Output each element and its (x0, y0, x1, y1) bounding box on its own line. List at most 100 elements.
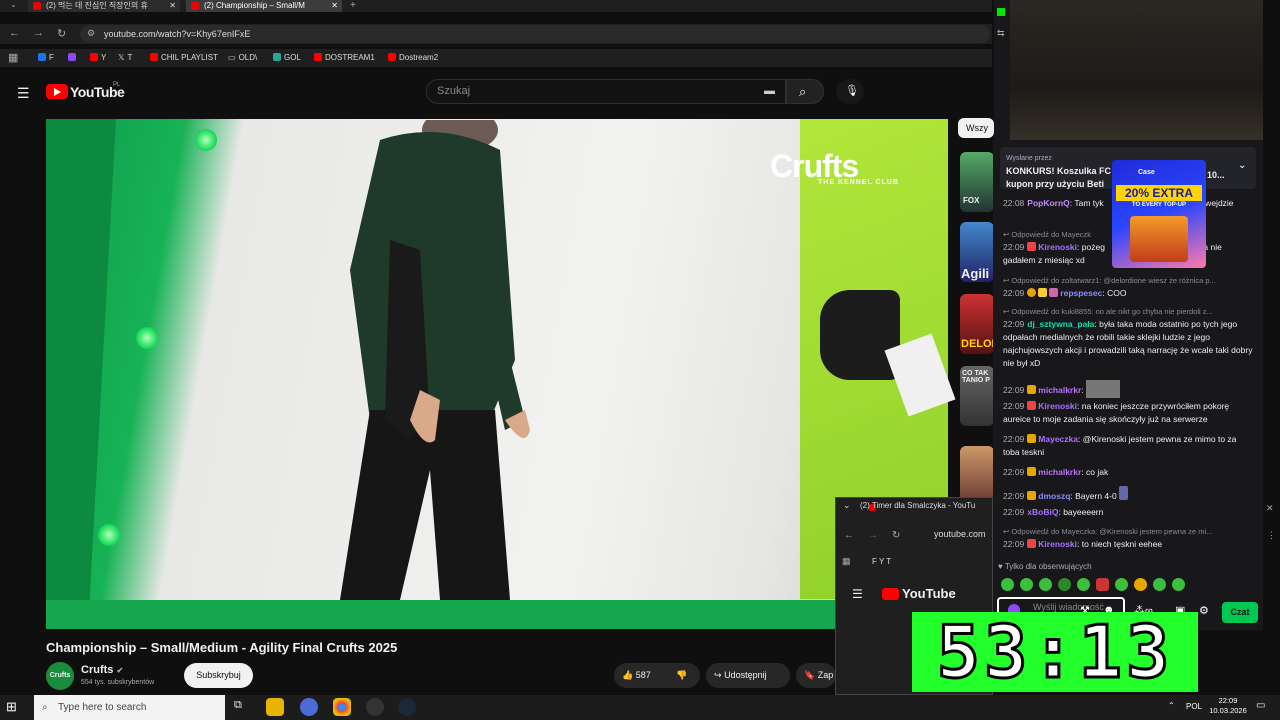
settings-toggle-icon[interactable]: ⇆ (997, 28, 1005, 39)
bookmark-twitch[interactable] (68, 53, 79, 62)
notifications-icon[interactable]: ▭ (1256, 700, 1265, 711)
bookmark-dostream2[interactable]: Dostream2 (388, 53, 438, 62)
taskbar-search-placeholder: Type here to search (58, 702, 147, 713)
language-indicator[interactable]: POL (1186, 702, 1202, 711)
emote-icon[interactable] (1153, 578, 1166, 591)
channel-name[interactable]: Crufts ✔ (81, 664, 123, 676)
url-field[interactable]: youtube.com/watch?v=Khy67enIFxE (80, 25, 990, 43)
treasure-chest-image (1130, 216, 1188, 262)
chrome-icon[interactable] (333, 698, 351, 716)
back-icon[interactable]: ← (844, 530, 854, 541)
bookmark-t[interactable]: 𝕏T (118, 53, 132, 62)
search-icon: ⌕ (42, 702, 48, 713)
folder-icon: ▭ (228, 53, 236, 62)
image-emote (1086, 380, 1121, 398)
taskbar-search[interactable]: ⌕ Type here to search (34, 695, 225, 720)
tray-chevron-icon[interactable]: ⌃ (1168, 701, 1175, 710)
popup-youtube-logo-text[interactable]: YouTube (902, 586, 956, 601)
subscribe-button[interactable]: Subskrybuj (184, 663, 253, 688)
forward-icon[interactable]: → (33, 27, 44, 39)
reload-icon[interactable]: ↻ (892, 530, 900, 541)
forward-icon[interactable]: → (868, 530, 878, 541)
chevron-down-icon[interactable]: ⌄ (1238, 160, 1246, 171)
like-button[interactable]: 👍 587 (622, 663, 651, 688)
bookmark-gol[interactable]: GOL (273, 53, 301, 62)
chat-settings-icon[interactable]: ⚙ (1199, 604, 1209, 617)
youtube-logo-icon[interactable] (46, 84, 68, 99)
emote-icon[interactable] (1020, 578, 1033, 591)
close-tab-icon[interactable]: ✕ (331, 0, 338, 12)
filter-chip-all[interactable]: Wszy (958, 118, 994, 138)
search-input[interactable]: Szukaj ▬ (426, 79, 786, 104)
bookmark-f[interactable]: F (38, 53, 54, 62)
chat-message: 22:09 dmoszq: Bayern 4-0 (1003, 486, 1253, 503)
emote-icon[interactable] (1039, 578, 1052, 591)
emote-icon (1038, 288, 1048, 297)
browser-tab-1[interactable]: (2) 먹는 데 진심인 직장인의 휴 ✕ (28, 0, 180, 12)
emote-icon[interactable] (1077, 578, 1090, 591)
kick-icon[interactable] (997, 8, 1005, 16)
reply-context: ↩ Odpowiedź do zoltatwarz1: @delordione … (1003, 276, 1216, 285)
voice-search-button[interactable]: 🎙 (836, 79, 864, 104)
channel-avatar[interactable]: Crufts (46, 662, 74, 690)
reload-icon[interactable]: ↻ (57, 27, 66, 40)
emote-icon[interactable] (1115, 578, 1128, 591)
popup-tab-title[interactable]: (2) Timer dla Smalczyka - YouTu (860, 501, 975, 510)
windows-start-icon[interactable]: ⊞ (6, 699, 17, 715)
pinned-text-tail: 10... (1207, 170, 1225, 180)
chat-message: 22:09 michalkrkr: (1003, 380, 1253, 398)
chat-send-button[interactable]: Czat (1222, 602, 1258, 623)
emote-icon[interactable] (1058, 578, 1071, 591)
close-tab-icon[interactable]: ✕ (169, 0, 176, 12)
discord-icon[interactable] (300, 698, 318, 716)
badge-icon (1027, 401, 1037, 410)
recommended-thumb[interactable]: FOX (960, 152, 994, 212)
verified-icon: ✔ (116, 666, 124, 675)
popup-url[interactable]: youtube.com (934, 529, 986, 539)
file-explorer-icon[interactable] (266, 698, 284, 716)
chevron-down-icon[interactable]: ⌄ (843, 500, 851, 511)
bookmark-old[interactable]: ▭ OLD\ (228, 53, 257, 62)
menu-icon[interactable]: ☰ (852, 587, 863, 601)
emote-icon[interactable] (1134, 578, 1147, 591)
menu-icon[interactable]: ☰ (17, 85, 30, 102)
bookmark-dostream1[interactable]: DOSTREAM1 (314, 53, 375, 62)
emote-icon[interactable] (1172, 578, 1185, 591)
bookmark-chil-playlist[interactable]: CHIL PLAYLIST (150, 53, 218, 62)
tab-search-icon[interactable]: ⌄ (10, 0, 17, 9)
streamer-webcam (1010, 0, 1280, 148)
dislike-button[interactable]: 👎 (676, 663, 687, 688)
handler-figure (340, 120, 530, 600)
emote-icon[interactable] (1001, 578, 1014, 591)
gol-icon (273, 53, 281, 61)
close-icon[interactable]: ✕ (1266, 503, 1274, 514)
more-options-icon[interactable]: ⋮ (1267, 530, 1276, 541)
chat-message: 22:09 Mayeczka: @Kirenoski jestem pewna z… (1003, 434, 1237, 457)
popup-bookmarks[interactable]: F Y T (872, 557, 891, 566)
recommended-thumb[interactable]: DELOR (960, 294, 1000, 354)
new-tab-icon[interactable]: + (350, 0, 356, 11)
back-icon[interactable]: ← (9, 27, 20, 39)
steam-icon[interactable] (398, 698, 416, 716)
youtube-logo-icon[interactable] (882, 588, 899, 600)
emote-icon[interactable] (1096, 578, 1109, 591)
obs-icon[interactable] (366, 698, 384, 716)
reply-context: ↩ Odpowiedź do Mayeczka: @Kirenoski jest… (1003, 527, 1213, 536)
apps-grid-icon[interactable]: ▦ (842, 556, 851, 567)
task-view-icon[interactable]: ⧉ (234, 699, 242, 712)
site-info-icon[interactable]: ⚙ (87, 28, 95, 39)
youtube-icon (150, 53, 158, 61)
keyboard-icon[interactable]: ▬ (764, 80, 775, 103)
bookmark-y[interactable]: Y (90, 53, 106, 62)
recommended-thumb[interactable]: Agili (960, 222, 994, 282)
crown-badge-icon (1027, 467, 1037, 476)
share-button[interactable]: ↪ Udostępnij (706, 663, 790, 688)
search-button[interactable]: ⌕ (786, 79, 824, 104)
taskbar-clock[interactable]: 22:09 10.03.2026 (1208, 696, 1248, 716)
search-placeholder: Szukaj (437, 85, 471, 97)
save-button[interactable]: 🔖 Zap (796, 663, 836, 688)
recommended-thumb[interactable]: CO TAK TANIO P (960, 366, 994, 426)
browser-tab-2[interactable]: (2) Championship – Small/M ✕ (186, 0, 342, 12)
mic-icon: 🎙 (845, 85, 859, 97)
apps-grid-icon[interactable]: ▦ (8, 51, 18, 64)
